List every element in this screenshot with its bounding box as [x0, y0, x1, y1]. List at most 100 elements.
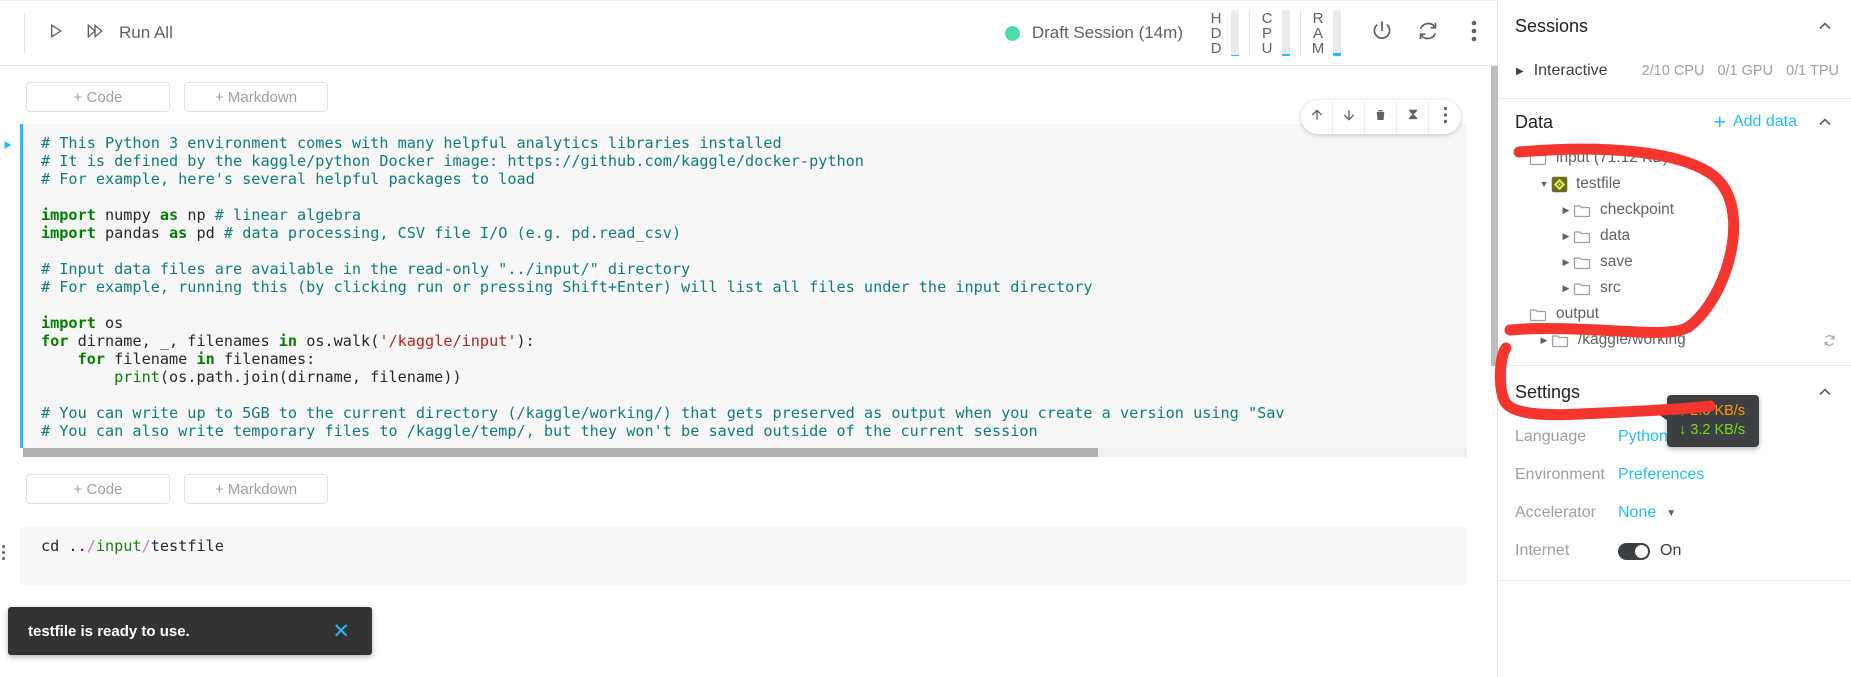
dataset-icon: [1551, 176, 1568, 193]
tree-item-label: src: [1600, 279, 1621, 296]
kebab-menu-icon: [2, 545, 5, 548]
play-icon: [45, 21, 65, 46]
setting-label: Environment: [1515, 466, 1605, 483]
move-cell-down-button[interactable]: [1333, 100, 1365, 134]
tree-item-label: save: [1600, 253, 1633, 270]
setting-row-internet: Internet On: [1498, 532, 1851, 570]
chevron-up-icon[interactable]: [1815, 16, 1835, 36]
meter-ram-bar: [1333, 10, 1341, 56]
tree-item-data[interactable]: ▶ data: [1498, 223, 1851, 249]
internet-toggle[interactable]: [1618, 542, 1650, 560]
shell-cell-more-button[interactable]: [2, 545, 5, 560]
session-status: Draft Session (14m): [1004, 23, 1183, 43]
cell-run-indicator-icon: [0, 138, 16, 154]
meter-cpu-bar: [1282, 10, 1290, 56]
power-icon: [1369, 18, 1395, 49]
chevron-right-icon: ▶: [1516, 65, 1524, 77]
tree-item-checkpoint[interactable]: ▶ checkpoint: [1498, 197, 1851, 223]
move-cell-up-button[interactable]: [1301, 100, 1333, 134]
setting-row-accelerator: Accelerator None ▼: [1498, 494, 1851, 532]
tree-item-label: data: [1600, 227, 1631, 244]
fast-forward-icon: [83, 21, 107, 46]
tree-item-src[interactable]: ▶ src: [1498, 275, 1851, 301]
right-sidebar: Sessions ▶ Interactive 2/10 CPU 0/1 GPU …: [1491, 0, 1851, 677]
tree-item-output[interactable]: output: [1498, 301, 1851, 327]
run-cell-button[interactable]: [37, 13, 73, 53]
page-scrollbar[interactable]: [1491, 66, 1498, 366]
meter-cpu[interactable]: C P U: [1260, 0, 1290, 66]
plus-icon: +: [1713, 110, 1726, 134]
kebab-menu-icon: [1443, 106, 1448, 129]
chevron-right-icon: ▶: [1562, 256, 1570, 267]
chevron-right-icon: ▶: [1562, 230, 1570, 241]
code-token: # You can write up to 5GB to the current…: [41, 404, 1285, 422]
chevron-down-icon[interactable]: ▼: [1666, 508, 1676, 519]
setting-label: Accelerator: [1515, 504, 1596, 521]
shell-cell[interactable]: cd ../input/testfile: [20, 527, 1467, 585]
code-token: import: [41, 314, 96, 332]
code-token: for: [77, 350, 106, 368]
add-markdown-button-2[interactable]: + Markdown: [184, 474, 328, 504]
power-button[interactable]: [1359, 10, 1405, 56]
code-token: as: [169, 224, 188, 242]
chevron-up-icon[interactable]: [1815, 112, 1835, 132]
add-data-button[interactable]: + Add data: [1714, 112, 1797, 133]
delete-cell-button[interactable]: [1365, 100, 1397, 134]
setting-value[interactable]: Python: [1618, 428, 1668, 446]
restart-button[interactable]: [1405, 10, 1451, 56]
code-token: filename: [105, 350, 197, 368]
chevron-up-icon[interactable]: [1815, 382, 1835, 402]
code-token: /: [141, 537, 151, 555]
tree-item-label: output: [1556, 305, 1600, 322]
code-token: filenames:: [214, 350, 316, 368]
toast-notification: testfile is ready to use. ✕: [8, 607, 372, 655]
tree-item-testfile[interactable]: ▼ testfile: [1498, 171, 1851, 197]
meter-hdd-label: H D D: [1210, 9, 1222, 57]
tree-item-kaggle-working[interactable]: ▶ /kaggle/working: [1498, 327, 1851, 353]
code-token: import: [41, 206, 96, 224]
code-token: # linear algebra: [214, 206, 362, 224]
code-editor-content[interactable]: # This Python 3 environment comes with m…: [23, 124, 1467, 448]
code-token: in: [278, 332, 298, 350]
code-token: print: [114, 368, 160, 386]
shell-editor-content[interactable]: cd ../input/testfile: [23, 527, 1467, 563]
code-cell[interactable]: # This Python 3 environment comes with m…: [20, 124, 1467, 448]
add-markdown-button[interactable]: + Markdown: [184, 82, 328, 112]
session-stats: 2/10 CPU 0/1 GPU 0/1 TPU: [1642, 63, 1851, 79]
refresh-output-icon[interactable]: [1822, 333, 1837, 348]
folder-icon: [1529, 307, 1547, 322]
tree-item-label: input (71.12 KB): [1556, 149, 1669, 166]
meter-hdd[interactable]: H D D: [1209, 0, 1239, 66]
meter-ram-label: R A M: [1311, 9, 1325, 57]
code-token: cd ..: [41, 537, 87, 555]
collapse-cell-button[interactable]: [1397, 100, 1429, 134]
setting-value[interactable]: None: [1618, 504, 1656, 522]
sessions-title: Sessions: [1515, 15, 1589, 36]
folder-icon: [1551, 333, 1569, 348]
code-token: /: [86, 537, 96, 555]
scrollbar-thumb[interactable]: [23, 448, 1098, 457]
setting-label: Internet: [1515, 542, 1570, 559]
status-dot-icon: [1004, 25, 1020, 41]
toolbar-more-button[interactable]: [1451, 10, 1497, 56]
upload-speed: ↑ 2.0 KB/s: [1679, 402, 1745, 421]
close-icon[interactable]: ✕: [326, 617, 356, 646]
refresh-icon: [1415, 18, 1441, 49]
setting-value[interactable]: Preferences: [1618, 466, 1704, 484]
run-all-button[interactable]: Run All: [83, 21, 173, 46]
data-file-tree: input (71.12 KB) ▼ testfile ▶ checkpoint ▶ dat…: [1498, 145, 1851, 353]
code-horizontal-scrollbar[interactable]: [23, 448, 1467, 457]
code-token: os.walk(: [297, 332, 380, 350]
cell-more-button[interactable]: [1429, 100, 1461, 134]
meter-ram[interactable]: R A M: [1311, 0, 1341, 66]
kebab-menu-icon: [1471, 20, 1477, 47]
sessions-section-header: Sessions: [1498, 0, 1851, 52]
add-code-button-2[interactable]: + Code: [26, 474, 170, 504]
tree-item-label: testfile: [1576, 175, 1621, 192]
add-code-button[interactable]: + Code: [26, 82, 170, 112]
meter-cpu-label: C P U: [1261, 9, 1273, 57]
tree-item-input-71-12-kb[interactable]: input (71.12 KB): [1498, 145, 1851, 171]
session-row-interactive[interactable]: ▶ Interactive 2/10 CPU 0/1 GPU 0/1 TPU: [1498, 52, 1851, 90]
tpu-stat: 0/1 TPU: [1786, 63, 1839, 79]
tree-item-save[interactable]: ▶ save: [1498, 249, 1851, 275]
